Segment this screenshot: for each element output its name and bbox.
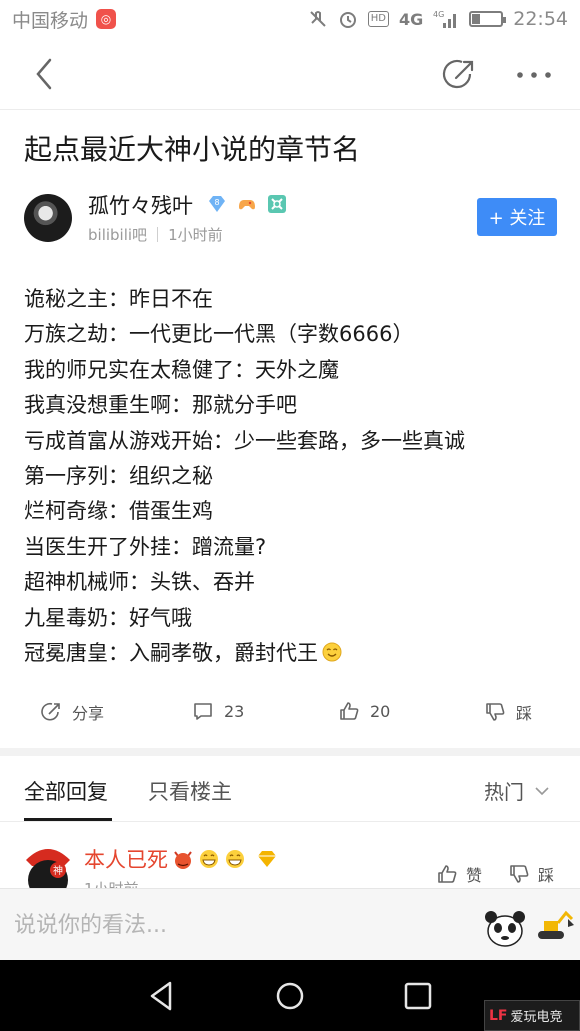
post-line-last: 冠冕唐皇：入嗣孝敬，爵封代王 [24, 636, 564, 671]
author-meta: bilibili吧 1小时前 [88, 224, 223, 245]
tab-op-only[interactable]: 只看楼主 [148, 776, 232, 806]
tab-all-replies[interactable]: 全部回复 [24, 776, 108, 806]
reply-avatar[interactable]: 神 [24, 840, 72, 892]
back-button[interactable] [28, 54, 64, 94]
share-action[interactable]: 分享 [40, 700, 104, 724]
post-line: 亏成首富从游戏开始：少一些套路，多一些真诚 [24, 428, 465, 453]
carrier-name: 中国移动 [12, 9, 89, 32]
thumbs-up-icon [340, 702, 359, 720]
mute-icon [308, 9, 328, 29]
hd-icon: HD [367, 11, 389, 27]
share-label: 分享 [72, 704, 105, 723]
share-button[interactable] [440, 56, 478, 94]
reply-like-label: 赞 [466, 866, 483, 885]
post-time: 1小时前 [168, 226, 223, 244]
post-line: 诡秘之主：昨日不在 [24, 287, 213, 311]
system-home-icon[interactable] [272, 978, 308, 1014]
more-dots-icon [517, 72, 551, 78]
reply-avatar-badge: 神 [53, 864, 63, 877]
forum-name[interactable]: bilibili吧 [88, 224, 147, 245]
thumbs-up-icon [438, 865, 457, 883]
author-name[interactable]: 孤竹々残叶 [88, 190, 193, 220]
chevron-down-icon [535, 786, 549, 795]
author-badges: 8 [206, 193, 288, 215]
share-icon [41, 702, 60, 721]
signal-icon: 4G [433, 9, 459, 29]
reply-tabs: 全部回复 只看楼主 热门 [0, 756, 580, 822]
excavator-sticker-icon[interactable] [534, 905, 574, 945]
post-title: 起点最近大神小说的章节名 [24, 133, 361, 166]
reply-author[interactable]: 本人已死 [84, 844, 278, 874]
status-icons: HD 4G 4G 22:54 [308, 8, 568, 30]
battery-icon [469, 11, 507, 27]
section-divider [0, 748, 580, 756]
active-tab-indicator [24, 818, 112, 821]
gold-diamond-icon [258, 851, 276, 867]
follow-button[interactable]: + 关注 [477, 198, 557, 236]
back-arrow-icon [36, 58, 52, 90]
comment-count: 23 [224, 701, 245, 721]
carrier: 中国移动 ◎ [12, 6, 117, 33]
smile-emoji-icon [322, 642, 342, 662]
post-line: 万族之劫：一代更比一代黑（字数6666） [24, 322, 414, 347]
dislike-action[interactable]: 踩 [484, 700, 532, 724]
like-count: 20 [370, 701, 391, 721]
system-recents-icon[interactable] [400, 978, 436, 1014]
sort-dropdown[interactable]: 热门 [484, 776, 550, 805]
member-badge-icon [268, 195, 286, 213]
thumbs-down-icon [510, 865, 529, 883]
post-line: 我真没想重生啊：那就分手吧 [24, 393, 297, 418]
network-4g-icon: 4G [398, 9, 424, 29]
devil-emoji-icon [174, 851, 192, 869]
comment-icon [194, 703, 212, 720]
sort-label: 热门 [484, 780, 524, 804]
site-watermark: LF 爱玩电竞 [484, 1000, 580, 1031]
watermark-logo: LF [489, 1007, 508, 1024]
share-arrow-icon [442, 59, 474, 89]
post-line-text: 冠冕唐皇：入嗣孝敬，爵封代王 [24, 641, 318, 666]
post-actions: 分享 23 20 踩 [0, 700, 580, 732]
top-nav [0, 38, 580, 110]
more-button[interactable] [514, 60, 554, 90]
grin-emoji-icon [226, 850, 244, 868]
level-number: 8 [214, 198, 219, 207]
post-line: 我的师兄实在太稳健了：天外之魔 [24, 357, 339, 382]
post-line: 超神机械师：头铁、吞并 [24, 570, 255, 595]
alarm-icon [338, 9, 358, 29]
comment-input[interactable] [14, 903, 454, 947]
like-action[interactable]: 20 [338, 700, 390, 722]
meta-divider [157, 227, 159, 242]
comment-bar [0, 888, 580, 960]
reply-dislike-button[interactable]: 踩 [508, 862, 554, 886]
post-line: 九星毒奶：好气哦 [24, 605, 192, 630]
reply-like-button[interactable]: 赞 [436, 862, 482, 886]
grin-emoji-icon [200, 850, 218, 868]
screen: 中国移动 ◎ HD 4G 4G 22:54 起点最近大神小说的章节名 孤竹々残叶… [0, 0, 580, 1031]
reply-author-name: 本人已死 [84, 848, 168, 872]
thumbs-down-icon [486, 703, 505, 721]
clock: 22:54 [513, 8, 568, 30]
carrier-app-icon: ◎ [96, 9, 117, 29]
system-back-icon[interactable] [144, 978, 180, 1014]
panda-sticker-icon[interactable] [482, 905, 528, 949]
dislike-label: 踩 [516, 704, 533, 723]
level-diamond-icon: 8 [209, 196, 225, 212]
post-line: 烂柯奇缘：借蛋生鸡 [24, 499, 213, 524]
network-small-label: 4G [433, 10, 444, 19]
comment-action[interactable]: 23 [192, 700, 244, 722]
author-avatar[interactable] [24, 194, 72, 242]
post-body: 诡秘之主：昨日不在 万族之劫：一代更比一代黑（字数6666） 我的师兄实在太稳健… [24, 282, 564, 671]
reply-item[interactable]: 神 本人已死 1小时前 赞 踩 [0, 822, 580, 892]
post-line: 第一序列：组织之秘 [24, 464, 213, 489]
game-controller-icon [239, 200, 255, 210]
reply-dislike-label: 踩 [538, 866, 555, 885]
watermark-text: 爱玩电竞 [510, 1010, 563, 1025]
battery-fill [472, 14, 481, 24]
post-line: 当医生开了外挂：蹭流量? [24, 534, 267, 559]
status-bar: 中国移动 ◎ HD 4G 4G 22:54 [0, 0, 580, 38]
follow-label: + 关注 [488, 208, 546, 229]
